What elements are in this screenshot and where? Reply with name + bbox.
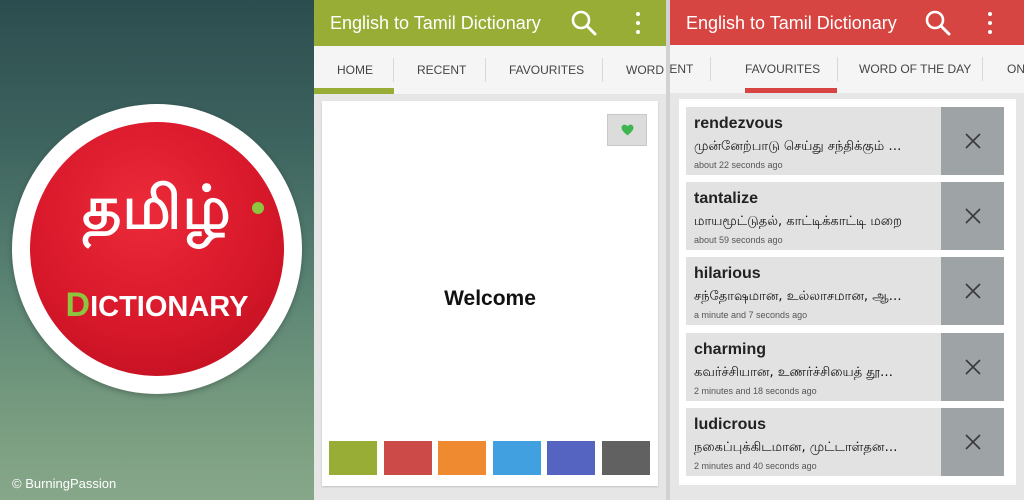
tab-bar: RECENT FAVOURITES WORD OF THE DAY ON xyxy=(670,45,1024,93)
tab-overflow[interactable]: ON xyxy=(1007,45,1024,93)
fav-timestamp: 2 minutes and 40 seconds ago xyxy=(694,461,817,471)
fav-meaning: சந்தோஷமான, உல்லாசமான, ஆ… xyxy=(694,289,902,304)
tab-favourites[interactable]: FAVOURITES xyxy=(745,45,820,93)
tab-word-of-the-day[interactable]: WORD OF THE DAY xyxy=(626,46,666,94)
theme-swatch-indigo[interactable] xyxy=(547,441,595,475)
fav-word: rendezvous xyxy=(694,115,783,132)
theme-swatch-gray[interactable] xyxy=(602,441,650,475)
tab-home[interactable]: HOME xyxy=(337,46,373,94)
favourites-screen: English to Tamil Dictionary RECENT FAVOU… xyxy=(670,0,1024,500)
fav-word: hilarious xyxy=(694,265,761,282)
fav-word: ludicrous xyxy=(694,416,767,433)
tab-recent[interactable]: RECENT xyxy=(670,45,693,93)
fav-word: charming xyxy=(694,341,767,358)
fav-timestamp: 2 minutes and 18 seconds ago xyxy=(694,386,817,396)
remove-favourite-button[interactable] xyxy=(941,107,1004,175)
logo-dictionary-text: DICTIONARY xyxy=(30,288,284,322)
tab-favourites[interactable]: FAVOURITES xyxy=(509,46,584,94)
welcome-card: Welcome xyxy=(322,101,658,486)
app-logo: தமிழ் DICTIONARY xyxy=(12,104,302,394)
tab-bar: HOME RECENT FAVOURITES WORD OF THE DAY xyxy=(314,46,666,94)
logo-green-dot xyxy=(252,202,264,214)
close-icon xyxy=(964,283,981,299)
close-icon xyxy=(964,434,981,450)
logo-disc: தமிழ் DICTIONARY xyxy=(30,122,284,376)
favourites-list: rendezvous முன்னேற்பாடு செய்து சந்திக்கு… xyxy=(679,99,1016,485)
tab-word-of-the-day[interactable]: WORD OF THE DAY xyxy=(859,45,971,93)
remove-favourite-button[interactable] xyxy=(941,257,1004,325)
remove-favourite-button[interactable] xyxy=(941,408,1004,476)
selected-tab-indicator xyxy=(314,88,394,94)
fav-timestamp: about 59 seconds ago xyxy=(694,235,783,245)
search-icon[interactable] xyxy=(570,9,598,37)
action-bar: English to Tamil Dictionary xyxy=(314,0,666,46)
welcome-heading: Welcome xyxy=(444,287,536,310)
action-bar: English to Tamil Dictionary xyxy=(670,0,1024,45)
fav-meaning: நகைப்புக்கிடமான, முட்டாள்தன… xyxy=(694,440,898,455)
logo-d-letter: D xyxy=(65,286,91,324)
fav-timestamp: about 22 seconds ago xyxy=(694,160,783,170)
heart-icon xyxy=(621,124,633,136)
close-icon xyxy=(964,359,981,375)
remove-favourite-button[interactable] xyxy=(941,182,1004,250)
fav-meaning: முன்னேற்பாடு செய்து சந்திக்கும் … xyxy=(694,139,902,154)
close-icon xyxy=(964,133,981,149)
promo-panel: தமிழ் DICTIONARY © BurningPassion xyxy=(0,0,314,500)
logo-dict-rest: ICTIONARY xyxy=(90,291,249,323)
tab-recent[interactable]: RECENT xyxy=(417,46,466,94)
fav-word: tantalize xyxy=(694,190,759,207)
list-item[interactable]: hilarious சந்தோஷமான, உல்லாசமான, ஆ… a min… xyxy=(686,257,1004,325)
theme-swatch-red[interactable] xyxy=(384,441,432,475)
list-item[interactable]: ludicrous நகைப்புக்கிடமான, முட்டாள்தன… 2… xyxy=(686,408,1004,476)
theme-swatch-green[interactable] xyxy=(329,441,377,475)
favourite-button[interactable] xyxy=(607,114,647,146)
selected-tab-indicator xyxy=(745,88,837,93)
list-item[interactable]: charming கவர்ச்சியான, உணர்ச்சியைத் தூ… 2… xyxy=(686,333,1004,401)
app-title: English to Tamil Dictionary xyxy=(686,13,897,33)
list-item[interactable]: rendezvous முன்னேற்பாடு செய்து சந்திக்கு… xyxy=(686,107,1004,175)
list-item[interactable]: tantalize மாயமூட்டுதல், காட்டிக்காட்டி ம… xyxy=(686,182,1004,250)
theme-swatch-orange[interactable] xyxy=(438,441,486,475)
copyright-text: © BurningPassion xyxy=(12,476,117,491)
app-title: English to Tamil Dictionary xyxy=(330,13,541,33)
overflow-menu-icon[interactable] xyxy=(635,12,641,34)
fav-timestamp: a minute and 7 seconds ago xyxy=(694,310,808,320)
close-icon xyxy=(964,208,981,224)
logo-tamil-text: தமிழ் xyxy=(82,173,232,243)
overflow-menu-icon[interactable] xyxy=(987,12,993,34)
home-screen: English to Tamil Dictionary HOME RECENT … xyxy=(314,0,666,500)
theme-swatch-blue[interactable] xyxy=(493,441,541,475)
search-icon[interactable] xyxy=(924,9,952,37)
remove-favourite-button[interactable] xyxy=(941,333,1004,401)
fav-meaning: மாயமூட்டுதல், காட்டிக்காட்டி மறை xyxy=(694,214,902,229)
fav-meaning: கவர்ச்சியான, உணர்ச்சியைத் தூ… xyxy=(694,365,893,380)
